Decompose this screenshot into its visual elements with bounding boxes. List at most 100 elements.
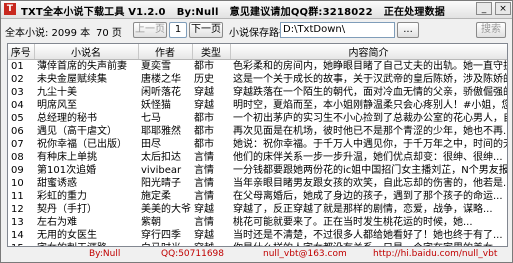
column-header-title[interactable]: 小说名: [34, 44, 139, 60]
table-row[interactable]: 02 未央金屋赋续集 唐楼之华 历史 这是一个关于成长的故事，关于汉武帝的皇后陈娇，涉及…: [8, 73, 507, 86]
next-page-button[interactable]: 下一页: [189, 22, 223, 38]
row-index: 08: [11, 152, 24, 163]
browse-button[interactable]: ...: [397, 22, 419, 38]
table-row[interactable]: 09 第101次追婚 vivibear 言情 一分钱都要跟她两份花的ic姐中国招门女主播…: [8, 164, 507, 177]
novel-title: 第101次追婚: [37, 165, 97, 176]
novel-title: 无用的女医生: [37, 230, 97, 241]
table-row[interactable]: 05 总经理的秘书 七马 都市 一个初出茅庐的实习生不小心捡到了总裁办公室的花心男人，自…: [8, 112, 507, 125]
novel-synopsis: 穿越跌落在一个陌生的朝代，面对冷血无情的父亲，骄傲倔强的...: [233, 87, 507, 98]
novel-synopsis: 明时空，夏焰而至，本小姐刚静温柔只会心疼别人！#小姐，您...: [233, 100, 507, 111]
column-header-index[interactable]: 序号: [8, 44, 35, 60]
table-row[interactable]: 06 遇见（高干虐文） 耶耶雅然 都市 再次见面是在机场，彼时他已不是那个青涩的少年，她…: [8, 125, 507, 138]
row-index: 10: [11, 178, 24, 189]
novel-synopsis: 一个初出茅庐的实习生不小心捡到了总裁办公室的花心男人，自...: [233, 113, 507, 124]
novel-author: 施定柔: [141, 191, 171, 202]
table-row[interactable]: 12 契丹（手打） 美美的大爷 穿越 穿越了，反正穿越了就是那样的剧情，恋爱，战争，谋略…: [8, 203, 507, 216]
app-window: T TXT全本小说下载工具 V1.2.0 By:Null 意见建议请加QQ群:3…: [0, 0, 513, 263]
novel-synopsis: 她说：祝你幸福。于千万人中遇见你，于千万年之中，时间的无...: [233, 139, 507, 150]
novel-title: 彩虹的重力: [37, 191, 87, 202]
table-row[interactable]: 15宅女的刺天涯路白马时光穿越你是什么样的人宅女都没有关系，只是一个宅在家里的美…: [8, 242, 507, 246]
title-bar[interactable]: T TXT全本小说下载工具 V1.2.0 By:Null 意见建议请加QQ群:3…: [1, 1, 512, 19]
novel-title: 薄倖首席的失声前妻: [37, 61, 127, 72]
row-index: 09: [11, 165, 24, 176]
novel-category: 都市: [194, 113, 214, 124]
table-row[interactable]: 07 祝你幸福（已出版） 田尽 都市 她说：祝你幸福。于千万人中遇见你，于千万年之中，时…: [8, 138, 507, 151]
novel-synopsis: 色彩柔和的房间内，她睁眼目睹了自己丈夫的出轨。她一直守护...: [233, 61, 507, 72]
search-button[interactable]: 搜索: [476, 22, 506, 38]
table-row[interactable]: 03 九尘十美 闲听落花 穿越 穿越跌落在一个陌生的朝代，面对冷血无情的父亲，骄傲倔强的…: [8, 86, 507, 99]
novel-title: 左右为难: [37, 217, 77, 228]
novel-synopsis: 桃花可能就要来了。正在当时发生桃花运的时候，她...: [233, 217, 473, 228]
novel-author: 田尽: [141, 139, 161, 150]
novel-list[interactable]: 序号 小说名 作者 类型 内容简介 01 薄倖首席的失声前妻 夏奕雪都市 色彩柔和的房…: [7, 43, 508, 247]
app-icon: T: [4, 3, 16, 15]
total-count-label: 全本小说: 2099 本: [5, 28, 91, 39]
novel-synopsis: 他们的床伴关系一步一步升温，她们优点却变：很绅、很绅...: [233, 152, 503, 163]
column-header-category[interactable]: 类型: [192, 44, 231, 60]
novel-title: 遇见（高干虐文）: [37, 126, 117, 137]
novel-synopsis: 当年亲眼目睹男友跟女孩的欢笑，自此忘却的伤害的，他若是...: [233, 178, 507, 189]
novel-category: 都市: [194, 139, 214, 150]
novel-author: 妖怪猫: [141, 100, 171, 111]
table-row[interactable]: 14 无用的女医生 穿行四季 穿越 当时还是不清楚，不过很多人都给她看好了！她也终于有了…: [8, 229, 507, 242]
novel-title: 宅女的刺天涯路: [34, 242, 138, 246]
novel-author: 美美的大爷: [141, 204, 191, 215]
page-number-field[interactable]: 1: [169, 22, 187, 38]
table-row[interactable]: 04 明席风至 妖怪猫 穿越 明时空，夏焰而至，本小姐刚静温柔只会心疼别人！#小姐，您.…: [8, 99, 507, 112]
novel-synopsis: 你是什么样的人宅女都没有关系，只是一个宅在家里的美女...: [230, 242, 507, 246]
novel-title: 祝你幸福（已出版）: [37, 139, 127, 150]
novel-title: 九尘十美: [37, 87, 77, 98]
table-header: 序号 小说名 作者 类型 内容简介: [8, 44, 507, 60]
table-row[interactable]: 08 有种床上单挑 太后扣达 言情 他们的床伴关系一步一步升温，她们优点却变：很绅、很绅…: [8, 151, 507, 164]
column-header-author[interactable]: 作者: [138, 44, 193, 60]
novel-author: 闲听落花: [141, 87, 181, 98]
novel-author: 紫朝: [141, 217, 161, 228]
novel-category: 言情: [194, 165, 214, 176]
novel-category: 言情: [194, 152, 214, 163]
novel-category: 言情: [194, 178, 214, 189]
status-email: null_vbt@163.com: [263, 249, 347, 259]
novel-synopsis: 再次见面是在机场，彼时他已不是那个青涩的少年，她也不再...: [233, 126, 507, 137]
novel-author: 夏奕雪: [141, 61, 171, 72]
status-bar: By:Null QQ:50711698 null_vbt@163.com htt…: [1, 248, 512, 262]
status-blog: http://hi.baidu.com/null_vbt: [373, 249, 498, 259]
novel-title: 有种床上单挑: [37, 152, 97, 163]
novel-author: 阳光晴子: [141, 178, 181, 189]
close-button[interactable]: ×: [495, 2, 511, 15]
row-index: 03: [11, 87, 24, 98]
save-path-input[interactable]: D:\TxtDown\: [280, 22, 395, 38]
window-title: TXT全本小说下载工具 V1.2.0 By:Null 意见建议请加QQ群:321…: [21, 7, 445, 18]
row-index: 04: [11, 100, 24, 111]
table-row[interactable]: 13 左右为难 紫朝 言情 桃花可能就要来了。正在当时发生桃花运的时候，她...: [8, 216, 507, 229]
novel-synopsis: 一分钱都要跟她两份花的ic姐中国招门女主播刘芷，N个男友报...: [233, 165, 507, 176]
column-header-synopsis[interactable]: 内容简介: [230, 44, 507, 60]
novel-category: 穿越: [194, 230, 214, 241]
table-row[interactable]: 11 彩虹的重力 施定柔 言情 在父母离婚后，她成了身边的孩子，遇到了那个孩子的命运..…: [8, 190, 507, 203]
novel-synopsis: 当时还是不清楚，不过很多人都给她看好了！她也终于有了...: [233, 230, 503, 241]
row-index: 01: [11, 61, 24, 72]
table-row[interactable]: 10 甜蜜诱惑 阳光晴子 言情 当年亲眼目睹男友跟女孩的欢笑，自此忘却的伤害的，他若是.…: [8, 177, 507, 190]
novel-category: 言情: [194, 217, 214, 228]
novel-category: 穿越: [194, 204, 214, 215]
novel-author: vivibear: [141, 165, 182, 176]
novel-category: 穿越: [192, 242, 230, 246]
minimize-button[interactable]: _: [476, 2, 492, 15]
novel-synopsis: 在父母离婚后，她成了身边的孩子，遇到了那个孩子的命运...: [233, 191, 503, 202]
row-index: 13: [11, 217, 24, 228]
novel-category: 都市: [194, 126, 214, 137]
novel-author: 七马: [141, 113, 161, 124]
novel-title: 契丹（手打）: [37, 204, 97, 215]
novel-title: 明席风至: [37, 100, 77, 111]
prev-page-button[interactable]: 上一页: [133, 22, 167, 38]
novel-synopsis: 这是一个关于成长的故事，关于汉武帝的皇后陈娇，涉及陈娇的...: [233, 74, 507, 85]
novel-author: 穿行四季: [141, 230, 181, 241]
row-index: 07: [11, 139, 24, 150]
table-row[interactable]: 01 薄倖首席的失声前妻 夏奕雪 都市 色彩柔和的房间内，她睁眼目睹了自己丈夫的出轨。她…: [8, 60, 507, 74]
novel-author: 白马时光: [138, 242, 192, 246]
novel-author: 耶耶雅然: [141, 126, 181, 137]
novel-category: 言情: [194, 191, 214, 202]
toolbar: 全本小说: 2099 本 70 页 上一页 1 下一页 小说保存路径 D:\Tx…: [1, 19, 512, 43]
novel-category: 历史: [194, 74, 214, 85]
novel-author: 唐楼之华: [141, 74, 181, 85]
status-qq: QQ:50711698: [161, 249, 225, 259]
